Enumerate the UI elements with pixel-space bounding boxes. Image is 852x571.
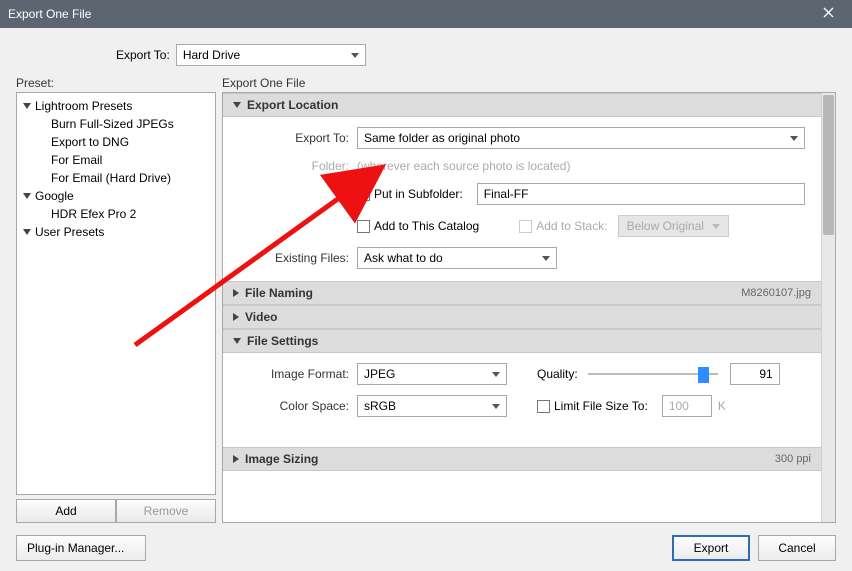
section-export-location-body: Export To: Same folder as original photo… bbox=[223, 117, 821, 281]
title-bar: Export One File bbox=[0, 0, 852, 28]
chevron-right-icon bbox=[233, 313, 239, 321]
quality-label: Quality: bbox=[537, 367, 578, 381]
folder-hint: (wherever each source photo is located) bbox=[357, 159, 570, 173]
settings-label: Export One File bbox=[222, 76, 836, 90]
put-subfolder-checkbox[interactable] bbox=[357, 188, 370, 201]
preset-group-google[interactable]: Google bbox=[17, 187, 215, 205]
stack-position-select: Below Original bbox=[618, 215, 729, 237]
footer: Plug-in Manager... Export Cancel bbox=[16, 523, 836, 561]
add-catalog-checkbox[interactable] bbox=[357, 220, 370, 233]
put-subfolder-label: Put in Subfolder: bbox=[374, 187, 463, 201]
dialog-content: Export To: Hard Drive Preset: Lightroom … bbox=[0, 28, 852, 571]
export-to-top-select[interactable]: Hard Drive bbox=[176, 44, 366, 66]
window-title: Export One File bbox=[8, 7, 812, 21]
quality-slider[interactable] bbox=[588, 365, 718, 383]
image-format-select[interactable]: JPEG bbox=[357, 363, 507, 385]
folder-label: Folder: bbox=[239, 159, 349, 173]
preset-group-lightroom[interactable]: Lightroom Presets bbox=[17, 97, 215, 115]
image-sizing-summary: 300 ppi bbox=[775, 453, 811, 465]
preset-item[interactable]: HDR Efex Pro 2 bbox=[17, 205, 215, 223]
preset-tree[interactable]: Lightroom Presets Burn Full-Sized JPEGs … bbox=[16, 92, 216, 495]
remove-button: Remove bbox=[116, 499, 216, 523]
section-file-settings-header[interactable]: File Settings bbox=[223, 329, 821, 353]
section-export-location-header[interactable]: Export Location bbox=[223, 93, 821, 117]
export-to-top-label: Export To: bbox=[116, 48, 170, 62]
add-stack-checkbox bbox=[519, 220, 532, 233]
limit-filesize-unit: K bbox=[718, 399, 726, 413]
plugin-manager-button[interactable]: Plug-in Manager... bbox=[16, 535, 146, 561]
cancel-button[interactable]: Cancel bbox=[758, 535, 836, 561]
section-file-naming-header[interactable]: File Naming M8260107.jpg bbox=[223, 281, 821, 305]
export-to-label: Export To: bbox=[239, 131, 349, 145]
existing-files-label: Existing Files: bbox=[239, 251, 349, 265]
preset-item[interactable]: For Email (Hard Drive) bbox=[17, 169, 215, 187]
scrollbar-thumb[interactable] bbox=[823, 95, 834, 235]
preset-item[interactable]: Burn Full-Sized JPEGs bbox=[17, 115, 215, 133]
columns: Preset: Lightroom Presets Burn Full-Size… bbox=[16, 76, 836, 523]
chevron-down-icon bbox=[233, 338, 241, 344]
preset-label: Preset: bbox=[16, 76, 216, 90]
preset-group-user[interactable]: User Presets bbox=[17, 223, 215, 241]
preset-item[interactable]: For Email bbox=[17, 151, 215, 169]
color-space-label: Color Space: bbox=[239, 399, 349, 413]
export-button[interactable]: Export bbox=[672, 535, 750, 561]
add-button[interactable]: Add bbox=[16, 499, 116, 523]
section-file-settings-body: Image Format: JPEG Quality: Color Space:… bbox=[223, 353, 821, 429]
image-format-label: Image Format: bbox=[239, 367, 349, 381]
preset-column: Preset: Lightroom Presets Burn Full-Size… bbox=[16, 76, 216, 523]
limit-filesize-input bbox=[662, 395, 712, 417]
add-catalog-label: Add to This Catalog bbox=[374, 219, 479, 233]
chevron-right-icon bbox=[233, 455, 239, 463]
settings-scroll: Export Location Export To: Same folder a… bbox=[222, 92, 836, 523]
add-stack-label: Add to Stack: bbox=[536, 219, 607, 233]
scrollbar[interactable] bbox=[821, 93, 835, 522]
limit-filesize-label: Limit File Size To: bbox=[554, 399, 648, 413]
preset-item[interactable]: Export to DNG bbox=[17, 133, 215, 151]
color-space-select[interactable]: sRGB bbox=[357, 395, 507, 417]
settings-column: Export One File Export Location Export T… bbox=[222, 76, 836, 523]
chevron-down-icon bbox=[233, 102, 241, 108]
section-video-header[interactable]: Video bbox=[223, 305, 821, 329]
quality-input[interactable] bbox=[730, 363, 780, 385]
top-row: Export To: Hard Drive bbox=[16, 44, 836, 66]
existing-files-select[interactable]: Ask what to do bbox=[357, 247, 557, 269]
subfolder-input[interactable] bbox=[477, 183, 805, 205]
chevron-right-icon bbox=[233, 289, 239, 297]
section-image-sizing-header[interactable]: Image Sizing 300 ppi bbox=[223, 447, 821, 471]
file-naming-summary: M8260107.jpg bbox=[741, 287, 811, 299]
export-to-select[interactable]: Same folder as original photo bbox=[357, 127, 805, 149]
close-icon[interactable] bbox=[812, 7, 844, 21]
limit-filesize-checkbox[interactable] bbox=[537, 400, 550, 413]
preset-buttons: Add Remove bbox=[16, 499, 216, 523]
